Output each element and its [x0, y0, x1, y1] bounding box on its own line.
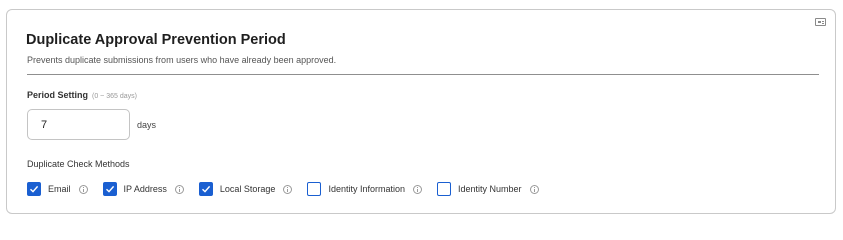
info-icon[interactable] — [529, 184, 539, 194]
method-label: Local Storage — [219, 184, 276, 194]
checkmark-icon — [105, 185, 114, 193]
identity-number-checkbox[interactable] — [436, 182, 451, 196]
period-setting-label-text: Period Setting — [27, 90, 89, 100]
email-checkbox[interactable] — [27, 182, 41, 196]
duplicate-check-methods: Email IP Address Local Storage Identity … — [27, 182, 554, 196]
checkmark-icon — [30, 185, 39, 193]
section-subtitle: Prevents duplicate submissions from user… — [27, 55, 337, 65]
method-local-storage[interactable]: Local Storage — [198, 182, 293, 196]
method-label: IP Address — [123, 184, 167, 194]
method-email[interactable]: Email — [27, 182, 88, 196]
method-ip-address[interactable]: IP Address — [102, 182, 184, 196]
method-label: Identity Information — [328, 184, 405, 194]
period-setting-label: Period Setting (0 ~ 365 days) — [27, 90, 137, 100]
checkmark-icon — [201, 185, 211, 193]
method-label: Identity Number — [457, 184, 522, 194]
duplicate-prevention-card: Duplicate Approval Prevention Period Pre… — [6, 9, 836, 214]
ip-address-checkbox[interactable] — [102, 182, 117, 196]
section-title: Duplicate Approval Prevention Period — [26, 32, 286, 48]
card-details-icon[interactable] — [815, 18, 826, 26]
info-icon[interactable] — [412, 184, 422, 194]
identity-information-checkbox[interactable] — [307, 182, 322, 196]
info-icon[interactable] — [283, 184, 293, 194]
period-unit-label: days — [137, 120, 157, 130]
method-label: Email — [48, 184, 71, 194]
duplicate-check-methods-label: Duplicate Check Methods — [27, 159, 130, 169]
divider — [27, 74, 819, 75]
info-icon[interactable] — [78, 184, 88, 194]
method-identity-number[interactable]: Identity Number — [436, 182, 539, 196]
info-icon[interactable] — [174, 184, 184, 194]
method-identity-information[interactable]: Identity Information — [307, 182, 422, 196]
period-range-hint: (0 ~ 365 days) — [92, 93, 137, 100]
period-days-input[interactable] — [27, 109, 130, 140]
local-storage-checkbox[interactable] — [198, 182, 213, 196]
